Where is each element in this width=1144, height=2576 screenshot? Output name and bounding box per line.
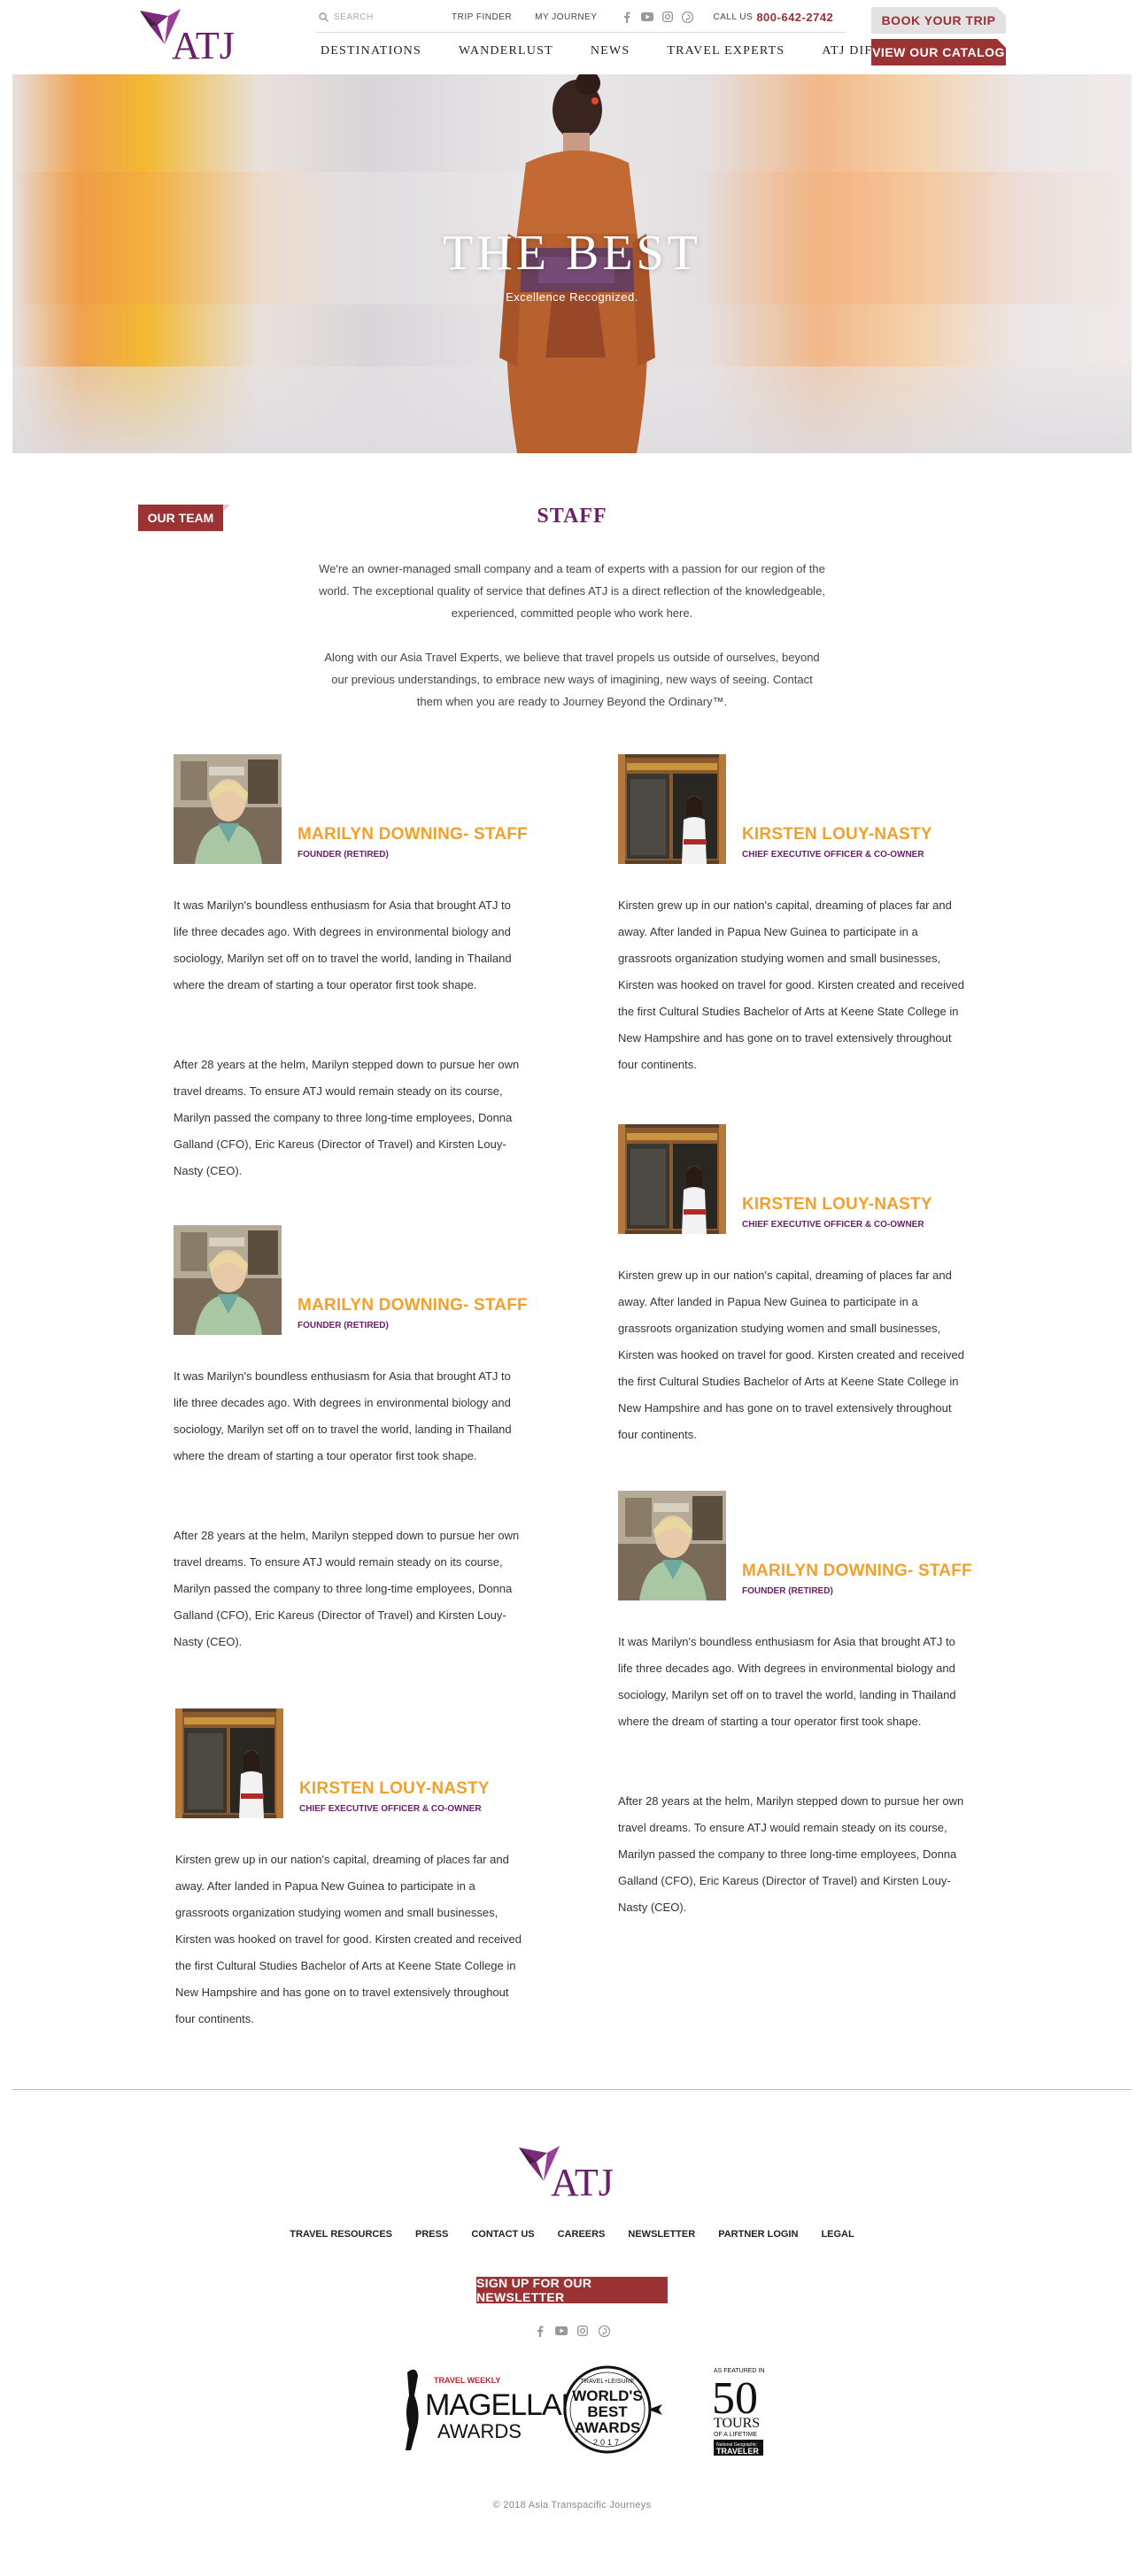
- intro-paragraph-1: We're an owner-managed small company and…: [319, 562, 825, 620]
- pinterest-icon[interactable]: [682, 11, 694, 23]
- profile-photo-marilyn: [174, 1225, 282, 1335]
- profile-bio-1: It was Marilyn's boundless enthusiasm fo…: [174, 899, 512, 991]
- nav-divider: [315, 32, 846, 33]
- profile-bio-1: Kirsten grew up in our nation's capital,…: [618, 1269, 964, 1441]
- footer-link-partner-login[interactable]: PARTNER LOGIN: [718, 2229, 798, 2240]
- profile-bio-1: It was Marilyn's boundless enthusiasm fo…: [618, 1635, 956, 1728]
- fifty-tours-badge: AS FEATURED IN 50 TOURS OF A LIFETIME Na…: [712, 2368, 764, 2456]
- my-journey-link[interactable]: MY JOURNEY: [535, 12, 597, 22]
- profile-role: CHIEF EXECUTIVE OFFICER & CO-OWNER: [742, 1220, 924, 1230]
- footer-atj-logo[interactable]: ATJ: [515, 2142, 630, 2206]
- hero-title: THE BEST: [443, 226, 701, 281]
- profile-name: KIRSTEN LOUY-NASTY: [742, 1195, 932, 1214]
- profile-name: KIRSTEN LOUY-NASTY: [299, 1779, 490, 1798]
- profile-role: FOUNDER (RETIRED): [298, 850, 389, 860]
- search-placeholder: SEARCH: [334, 12, 374, 22]
- nav-news[interactable]: NEWS: [591, 37, 630, 66]
- instagram-icon[interactable]: [661, 11, 674, 23]
- search-icon: [319, 12, 329, 22]
- nav-destinations[interactable]: DESTINATIONS: [321, 37, 421, 66]
- footer-link-travel-resources[interactable]: TRAVEL RESOURCES: [290, 2229, 392, 2240]
- awards-row: TRAVEL WEEKLY MAGELLAN AWARDS TRAVEL+LEI…: [406, 2365, 764, 2456]
- book-your-trip-button[interactable]: BOOK YOUR TRIP: [871, 7, 1006, 34]
- profile-name: MARILYN DOWNING- STAFF: [298, 1296, 528, 1315]
- footer-logo-text: ATJ: [551, 2161, 614, 2204]
- footer-divider: [12, 2089, 1132, 2090]
- profile-bio-2: After 28 years at the helm, Marilyn step…: [174, 1058, 520, 1177]
- nav-wanderlust[interactable]: WANDERLUST: [459, 37, 553, 66]
- footer-link-legal[interactable]: LEGAL: [821, 2229, 854, 2240]
- profile-bio-1: Kirsten grew up in our nation's capital,…: [618, 899, 964, 1071]
- footer-nav: TRAVEL RESOURCES PRESS CONTACT US CAREER…: [0, 2229, 1144, 2240]
- newsletter-signup-button[interactable]: SIGN UP FOR OUR NEWSLETTER: [476, 2276, 668, 2304]
- profile-name: MARILYN DOWNING- STAFF: [742, 1562, 972, 1580]
- copyright-text: © 2018 Asia Transpacific Journeys: [492, 2500, 652, 2510]
- site-header: ATJ SEARCH TRIP FINDER MY JOURNEY CALL U…: [0, 0, 1144, 74]
- header-social-links: [621, 11, 694, 23]
- footer-link-careers[interactable]: CAREERS: [558, 2229, 606, 2240]
- logo-text: ATJ: [172, 24, 235, 67]
- staff-heading: STAFF: [537, 505, 607, 528]
- profile-photo-marilyn: [618, 1491, 726, 1600]
- profile-role: FOUNDER (RETIRED): [298, 1321, 389, 1330]
- wba-year: 2017: [593, 2438, 622, 2447]
- profile-name: KIRSTEN LOUY-NASTY: [742, 825, 932, 844]
- profile-card: KIRSTEN LOUY-NASTY CHIEF EXECUTIVE OFFIC…: [618, 754, 990, 1073]
- facebook-icon[interactable]: [621, 11, 633, 23]
- profile-bio-2: After 28 years at the helm, Marilyn step…: [618, 1794, 964, 1914]
- profile-bio-1: It was Marilyn's boundless enthusiasm fo…: [174, 1369, 512, 1462]
- footer-link-press[interactable]: PRESS: [415, 2229, 448, 2240]
- profile-role: FOUNDER (RETIRED): [742, 1586, 833, 1596]
- profile-photo-marilyn: [174, 754, 282, 864]
- profile-photo-kirsten: [618, 1124, 726, 1234]
- footer-link-contact-us[interactable]: CONTACT US: [471, 2229, 534, 2240]
- intro-paragraph-2: Along with our Asia Travel Experts, we b…: [324, 651, 820, 708]
- footer-link-newsletter[interactable]: NEWSLETTER: [628, 2229, 695, 2240]
- wba-line1: WORLD'S: [572, 2387, 643, 2404]
- view-catalog-button[interactable]: VIEW OUR CATALOG: [871, 39, 1006, 66]
- profile-card: MARILYN DOWNING- STAFF FOUNDER (RETIRED)…: [174, 1225, 545, 1650]
- profile-bio-1: Kirsten grew up in our nation's capital,…: [175, 1853, 522, 2025]
- magellan-awards-badge: TRAVEL WEEKLY MAGELLAN AWARDS: [406, 2369, 583, 2450]
- utility-bar: SEARCH TRIP FINDER MY JOURNEY CALL US 80…: [319, 5, 850, 28]
- youtube-icon[interactable]: [555, 2325, 568, 2337]
- nav-travel-experts[interactable]: TRAVEL EXPERTS: [667, 37, 785, 66]
- search-box[interactable]: SEARCH: [319, 12, 452, 22]
- youtube-icon[interactable]: [640, 11, 653, 23]
- magellan-main: MAGELLAN: [425, 2388, 582, 2422]
- corner-fold: [997, 39, 1006, 48]
- wba-line3: AWARDS: [575, 2419, 641, 2436]
- magellan-top: TRAVEL WEEKLY: [434, 2376, 500, 2385]
- magellan-sub: AWARDS: [437, 2420, 522, 2442]
- facebook-icon[interactable]: [534, 2325, 546, 2337]
- book-your-trip-label: BOOK YOUR TRIP: [881, 13, 996, 27]
- profile-bio-2: After 28 years at the helm, Marilyn step…: [174, 1529, 520, 1648]
- tours-brand2: TRAVELER: [716, 2447, 759, 2456]
- profile-card: KIRSTEN LOUY-NASTY CHIEF EXECUTIVE OFFIC…: [175, 1708, 547, 2027]
- profile-card: MARILYN DOWNING- STAFF FOUNDER (RETIRED)…: [618, 1491, 990, 1916]
- worlds-best-awards-badge: TRAVEL+LEISURE WORLD'S BEST AWARDS 2017: [563, 2365, 662, 2454]
- phone-number[interactable]: 800-642-2742: [756, 11, 833, 24]
- hero-subtitle: Excellence Recognized.: [506, 290, 638, 304]
- footer-social-links: [0, 2325, 1144, 2337]
- profile-role: CHIEF EXECUTIVE OFFICER & CO-OWNER: [299, 1804, 482, 1814]
- profile-role: CHIEF EXECUTIVE OFFICER & CO-OWNER: [742, 850, 924, 860]
- hero-banner: THE BEST Excellence Recognized.: [12, 74, 1132, 453]
- profile-photo-kirsten: [618, 754, 726, 864]
- call-us-label: CALL US: [713, 12, 754, 22]
- tours-line1: TOURS: [714, 2416, 760, 2431]
- trip-finder-link[interactable]: TRIP FINDER: [452, 12, 512, 22]
- view-catalog-label: VIEW OUR CATALOG: [872, 45, 1005, 59]
- atj-logo[interactable]: ATJ: [138, 7, 248, 69]
- wba-line2: BEST: [587, 2403, 628, 2420]
- profile-photo-kirsten: [175, 1708, 283, 1818]
- profile-card: KIRSTEN LOUY-NASTY CHIEF EXECUTIVE OFFIC…: [618, 1124, 990, 1443]
- corner-fold: [997, 7, 1006, 16]
- profile-card: MARILYN DOWNING- STAFF FOUNDER (RETIRED)…: [174, 754, 545, 1179]
- tours-line2: OF A LIFETIME: [714, 2432, 757, 2438]
- pinterest-icon[interactable]: [598, 2325, 610, 2337]
- wba-top: TRAVEL+LEISURE: [581, 2379, 635, 2385]
- profile-name: MARILYN DOWNING- STAFF: [298, 825, 528, 844]
- instagram-icon[interactable]: [576, 2325, 589, 2337]
